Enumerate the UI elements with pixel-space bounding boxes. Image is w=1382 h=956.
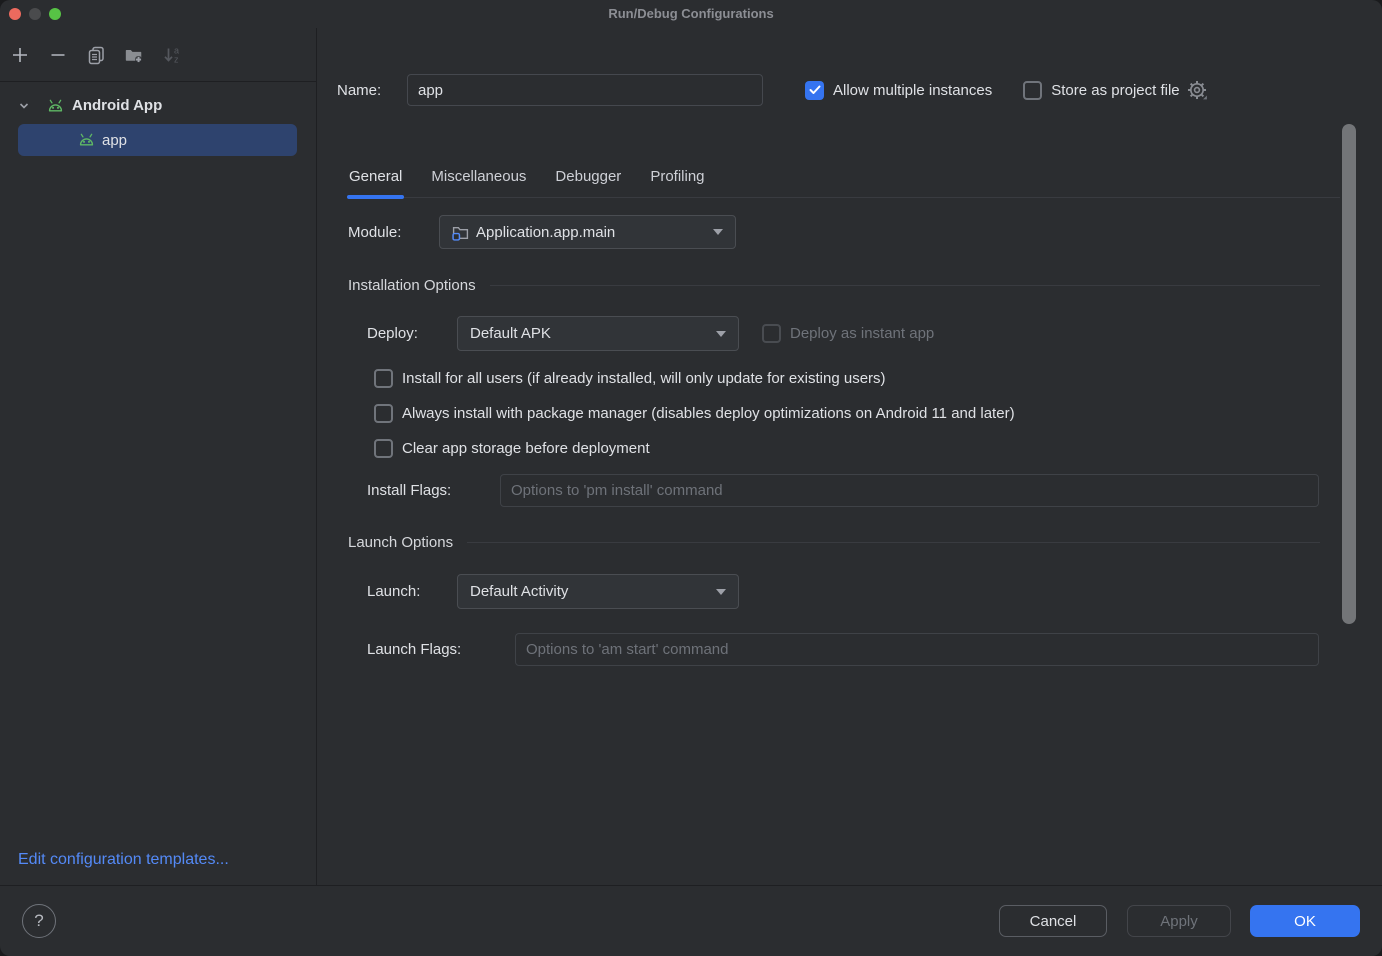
launch-value: Default Activity [470,583,568,600]
configuration-tabs: General Miscellaneous Debugger Profiling [348,155,1340,198]
clear-app-storage-label: Clear app storage before deployment [402,440,650,457]
allow-multiple-instances-option[interactable]: Allow multiple instances [805,81,992,100]
tree-group-android-app[interactable]: Android App [0,90,316,121]
chevron-down-icon[interactable] [18,100,30,112]
allow-multiple-instances-checkbox[interactable] [805,81,824,100]
cancel-button[interactable]: Cancel [999,905,1107,937]
deploy-as-instant-app-checkbox [762,324,781,343]
launch-flags-row: Launch Flags: [367,633,1319,666]
check-icon [809,85,821,95]
deploy-select[interactable]: Default APK [457,316,739,351]
tab-general[interactable]: General [348,155,403,197]
sort-alphabetically-icon: az [162,45,182,65]
launch-flags-label: Launch Flags: [367,641,499,658]
install-flags-label: Install Flags: [367,482,484,499]
question-mark-icon: ? [34,911,43,931]
launch-flags-input[interactable] [515,633,1319,666]
section-divider [467,542,1320,543]
module-folder-icon [452,224,469,241]
configuration-editor: Name: Allow multiple instances Store as … [317,28,1382,885]
launch-select[interactable]: Default Activity [457,574,739,609]
name-label: Name: [337,82,407,99]
help-button[interactable]: ? [22,904,56,938]
module-label: Module: [348,224,423,241]
clear-app-storage-option[interactable]: Clear app storage before deployment [374,436,650,460]
deploy-label: Deploy: [367,325,440,342]
always-install-with-package-manager-checkbox[interactable] [374,404,393,423]
titlebar: Run/Debug Configurations [0,0,1382,28]
add-configuration-icon[interactable] [10,45,30,65]
dropdown-arrow-icon [713,229,723,235]
remove-configuration-icon[interactable] [48,45,68,65]
install-for-all-users-label: Install for all users (if already instal… [402,370,886,387]
sidebar-toolbar: az [0,28,316,82]
tree-item-app[interactable]: app [18,124,297,156]
ok-button[interactable]: OK [1250,905,1360,937]
clear-app-storage-checkbox[interactable] [374,439,393,458]
tab-debugger[interactable]: Debugger [554,155,622,197]
install-for-all-users-checkbox[interactable] [374,369,393,388]
tab-miscellaneous[interactable]: Miscellaneous [430,155,527,197]
new-folder-icon[interactable] [124,45,144,65]
android-icon [46,99,65,113]
module-row: Module: Application.app.main [348,215,736,249]
dropdown-arrow-icon [716,331,726,337]
install-flags-input[interactable] [500,474,1319,507]
launch-row: Launch: Default Activity [367,574,739,609]
traffic-lights [9,8,61,20]
launch-options-section: Launch Options [348,532,1320,552]
always-install-with-package-manager-option[interactable]: Always install with package manager (dis… [374,401,1015,425]
deploy-as-instant-app-label: Deploy as instant app [790,325,934,342]
section-divider [490,285,1320,286]
installation-options-section: Installation Options [348,275,1320,295]
module-value: Application.app.main [476,224,615,241]
launch-options-title: Launch Options [348,534,453,551]
configurations-tree: Android App app [0,82,316,156]
name-row: Name: Allow multiple instances Store as … [337,74,1208,106]
android-icon [77,133,96,147]
name-input[interactable] [407,74,763,106]
store-as-project-file-option[interactable]: Store as project file [1023,81,1179,100]
install-for-all-users-option[interactable]: Install for all users (if already instal… [374,366,886,390]
dialog-footer: ? Cancel Apply OK [0,885,1382,956]
dropdown-arrow-icon [716,589,726,595]
edit-configuration-templates-link[interactable]: Edit configuration templates... [18,851,229,869]
deploy-row: Deploy: Default APK Deploy as instant ap… [367,316,934,351]
module-select[interactable]: Application.app.main [439,215,736,249]
window-title: Run/Debug Configurations [0,0,1382,28]
run-debug-configurations-dialog: Run/Debug Configurations az [0,0,1382,956]
launch-label: Launch: [367,583,440,600]
svg-text:z: z [174,54,179,64]
allow-multiple-instances-label: Allow multiple instances [833,82,992,99]
store-settings-gear-icon[interactable] [1186,79,1208,101]
deploy-as-instant-app-option: Deploy as instant app [762,324,934,343]
scrollbar-thumb[interactable] [1342,124,1356,624]
always-install-with-package-manager-label: Always install with package manager (dis… [402,405,1015,422]
deploy-value: Default APK [470,325,551,342]
installation-options-title: Installation Options [348,277,476,294]
tree-item-label: app [102,132,127,149]
tab-profiling[interactable]: Profiling [649,155,705,197]
install-flags-row: Install Flags: [367,474,1319,507]
copy-configuration-icon[interactable] [86,45,106,65]
minimize-window-button [29,8,41,20]
apply-button: Apply [1127,905,1231,937]
store-as-project-file-checkbox[interactable] [1023,81,1042,100]
tree-group-label: Android App [72,97,162,114]
store-as-project-file-label: Store as project file [1051,82,1179,99]
configurations-sidebar: az Android App app [0,28,317,885]
close-window-button[interactable] [9,8,21,20]
zoom-window-button[interactable] [49,8,61,20]
